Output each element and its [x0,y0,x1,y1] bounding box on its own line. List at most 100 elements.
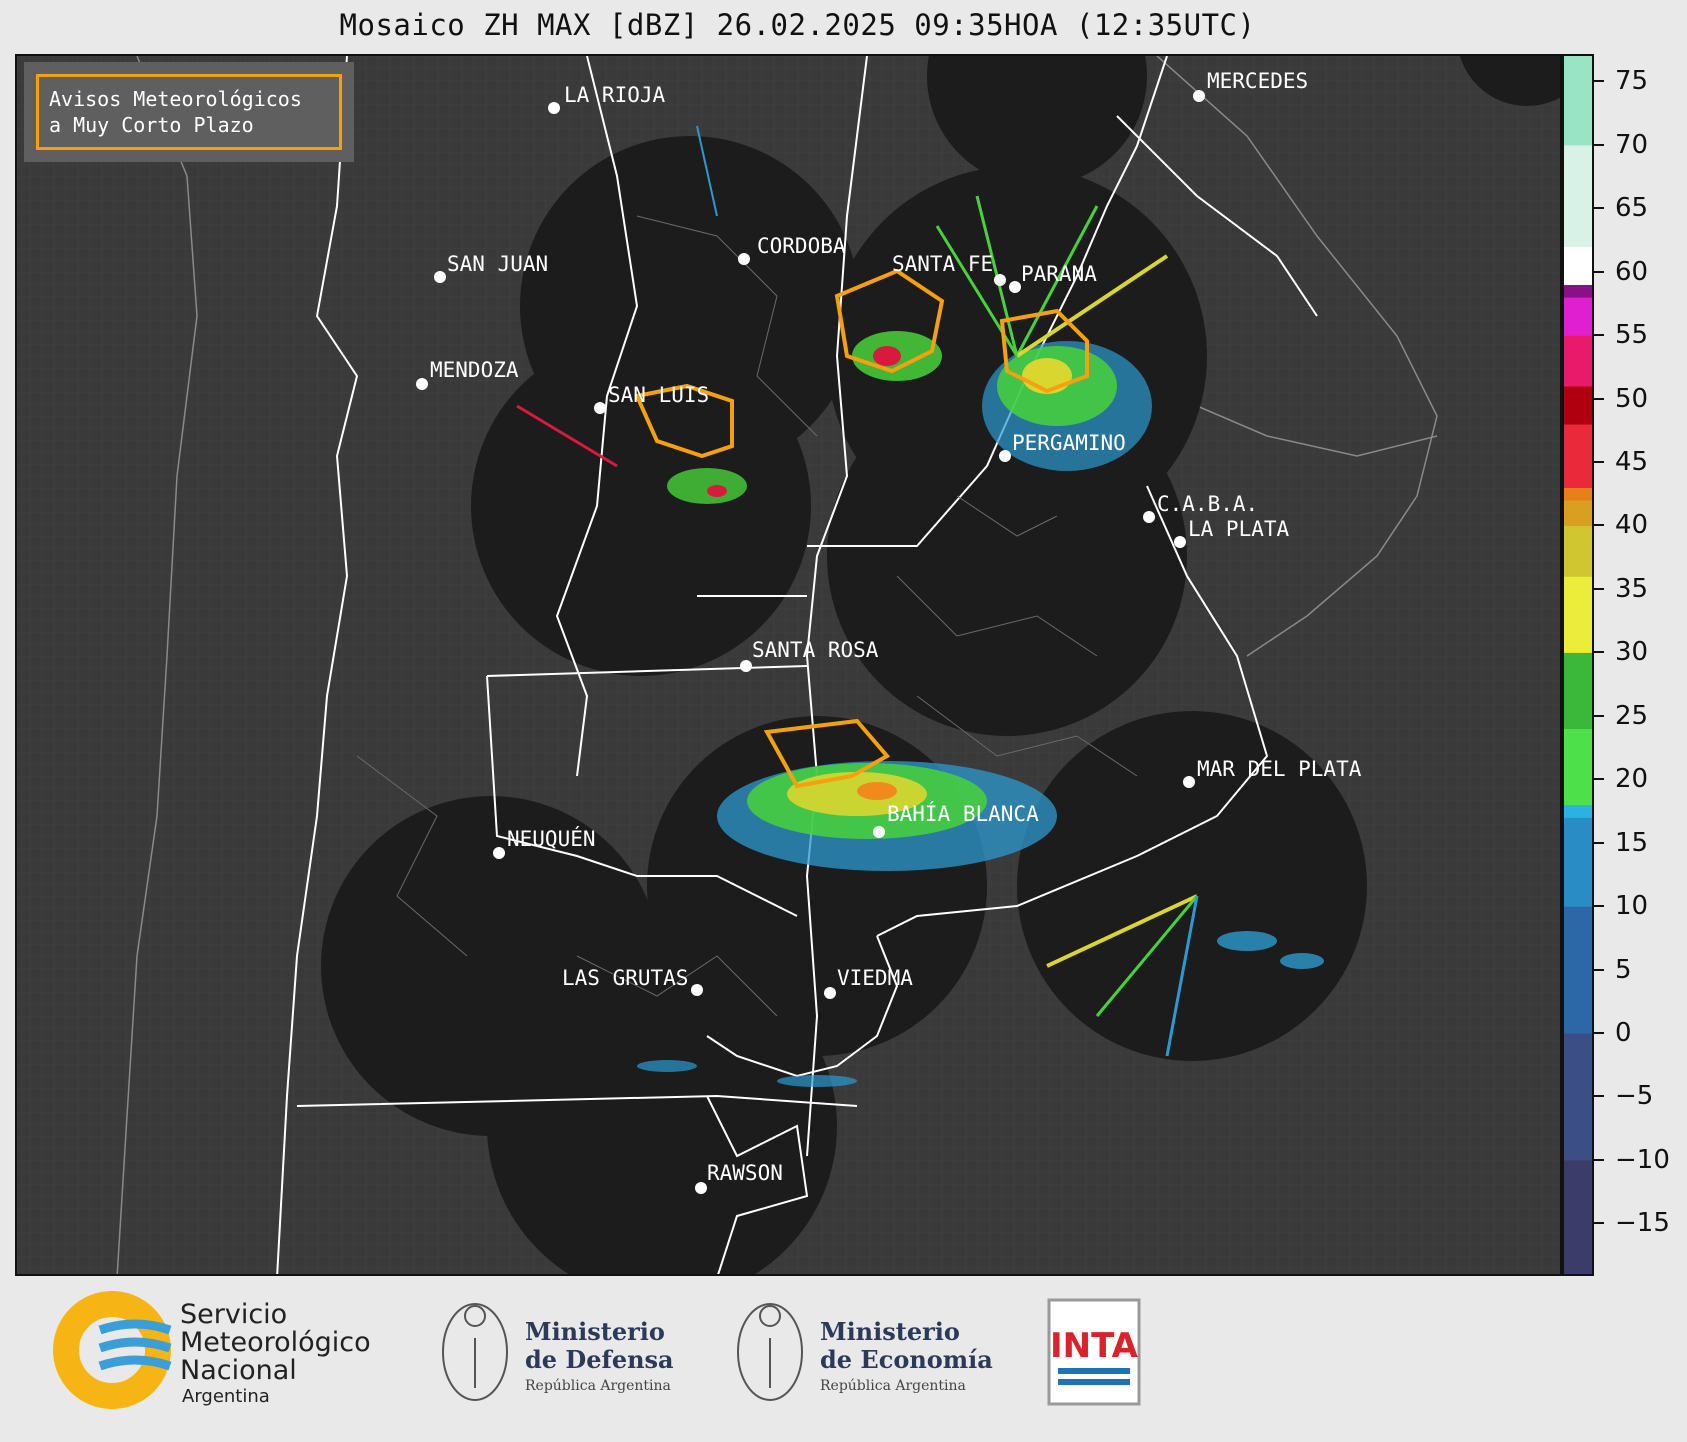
city-label-santa-fe: SANTA FE [892,252,993,276]
colorbar-tick-label: 20 [1615,764,1649,795]
colorbar-segment [1564,1248,1592,1262]
coat-of-arms-icon [737,1303,803,1401]
colorbar-segment [1564,893,1592,907]
defensa-text-2: de Defensa [525,1345,674,1374]
map-canvas: LA RIOJA MERCEDES CORDOBA SAN JUAN SANTA… [17,56,1560,1274]
city-label-bahia-blanca: BAHÍA BLANCA [887,801,1039,826]
city-label-viedma: VIEDMA [837,966,913,990]
colorbar-segment [1564,1147,1592,1161]
coat-of-arms-icon [442,1303,508,1401]
inta-text: INTA [1050,1326,1139,1366]
colorbar-tick-label: 30 [1615,637,1649,668]
colorbar-segment [1564,538,1592,552]
colorbar-segment [1564,1159,1592,1174]
colorbar-segment [1564,512,1592,527]
colorbar-segment [1564,132,1592,146]
city-label-la-rioja: LA RIOJA [564,83,666,107]
colorbar-segment [1564,1109,1592,1123]
colorbar-segment [1564,1045,1592,1059]
colorbar-segment [1564,703,1592,717]
colorbar-segment [1564,335,1592,349]
city-label-mercedes: MERCEDES [1207,69,1308,93]
footer-logos: Servicio Meteorológico Nacional Argentin… [0,1278,1687,1438]
colorbar-segment [1564,525,1592,539]
colorbar-segment [1564,690,1592,704]
colorbar-segment [1564,855,1592,869]
colorbar-segment [1564,804,1592,818]
colorbar-tick-mark [1594,143,1604,146]
colorbar-segment [1564,1210,1592,1224]
colorbar-segment [1564,1121,1592,1136]
colorbar-segment [1564,1134,1592,1148]
colorbar-segment [1564,868,1592,882]
colorbar-segment [1564,297,1592,311]
colorbar-segment [1564,373,1592,387]
colorbar-tick-mark [1594,1031,1604,1034]
colorbar-segment [1564,1197,1592,1212]
city-label-parana: PARANA [1021,262,1097,286]
colorbar-segment [1564,652,1592,666]
colorbar-tick-label: −10 [1615,1144,1670,1175]
colorbar-tick-label: 0 [1615,1017,1632,1048]
colorbar-tick-mark [1594,905,1604,908]
colorbar-tick-label: 5 [1615,954,1632,985]
colorbar-segment [1564,56,1592,70]
colorbar-tick-label: 65 [1615,193,1649,224]
colorbar-segment [1564,576,1592,590]
radar-map[interactable]: LA RIOJA MERCEDES CORDOBA SAN JUAN SANTA… [15,54,1562,1276]
colorbar-segment [1564,994,1592,1009]
colorbar-segment [1564,322,1592,336]
colorbar-tick-mark [1594,334,1604,337]
colorbar-segment [1564,1172,1592,1186]
colorbar-tick-label: 35 [1615,573,1649,604]
colorbar-segment [1564,220,1592,235]
colorbar-segment [1564,1261,1592,1274]
colorbar-tick-mark [1594,968,1604,971]
colorbar-tick-label: 25 [1615,700,1649,731]
map-title: Mosaico ZH MAX [dBZ] 26.02.2025 09:35HOA… [339,8,1256,42]
colorbar-segment [1564,880,1592,894]
colorbar-segment [1564,106,1592,121]
colorbar-segment [1564,347,1592,362]
colorbar-segment [1564,182,1592,197]
colorbar-segment [1564,779,1592,793]
colorbar-segment [1564,462,1592,476]
city-label-neuquen: NEUQUÉN [507,826,596,851]
colorbar-segment [1564,271,1592,285]
colorbar-tick-label: −5 [1615,1081,1654,1112]
colorbar-tick-label: 50 [1615,383,1649,414]
colorbar-segment [1564,259,1592,273]
colorbar-tick-mark [1594,841,1604,844]
colorbar-segment [1564,81,1592,95]
colorbar-segment [1564,944,1592,958]
colorbar-tick-label: 60 [1615,256,1649,287]
warnings-legend-line1: Avisos Meteorológicos [49,87,302,111]
colorbar-segment [1564,144,1592,159]
colorbar-segment [1564,94,1592,108]
colorbar-segment [1564,1223,1592,1237]
colorbar-segment [1564,791,1592,806]
colorbar-tick-mark [1594,270,1604,273]
colorbar-tick-label: 55 [1615,320,1649,351]
colorbar-segment [1564,842,1592,856]
colorbar-segment [1564,449,1592,463]
colorbar-tick-label: 75 [1615,66,1649,97]
colorbar-segment [1564,588,1592,603]
colorbar-segment [1564,563,1592,577]
colorbar-segment [1564,385,1592,400]
colorbar-tick-mark [1594,397,1604,400]
colorbar-segment [1564,1020,1592,1034]
warnings-legend-frame: Avisos Meteorológicos a Muy Corto Plazo [36,74,342,150]
colorbar-segment [1564,68,1592,82]
colorbar-segment [1564,1032,1592,1047]
smn-text-3: Nacional [180,1355,297,1386]
warnings-legend: Avisos Meteorológicos a Muy Corto Plazo [24,62,354,162]
colorbar-tick-label: 15 [1615,827,1649,858]
colorbar-segment [1564,500,1592,514]
colorbar-tick-mark [1594,1158,1604,1161]
colorbar-segment [1564,906,1592,920]
colorbar-segment [1564,665,1592,679]
city-label-la-plata: LA PLATA [1188,517,1290,541]
colorbar-segment [1564,677,1592,691]
colorbar-segment [1564,1235,1592,1250]
